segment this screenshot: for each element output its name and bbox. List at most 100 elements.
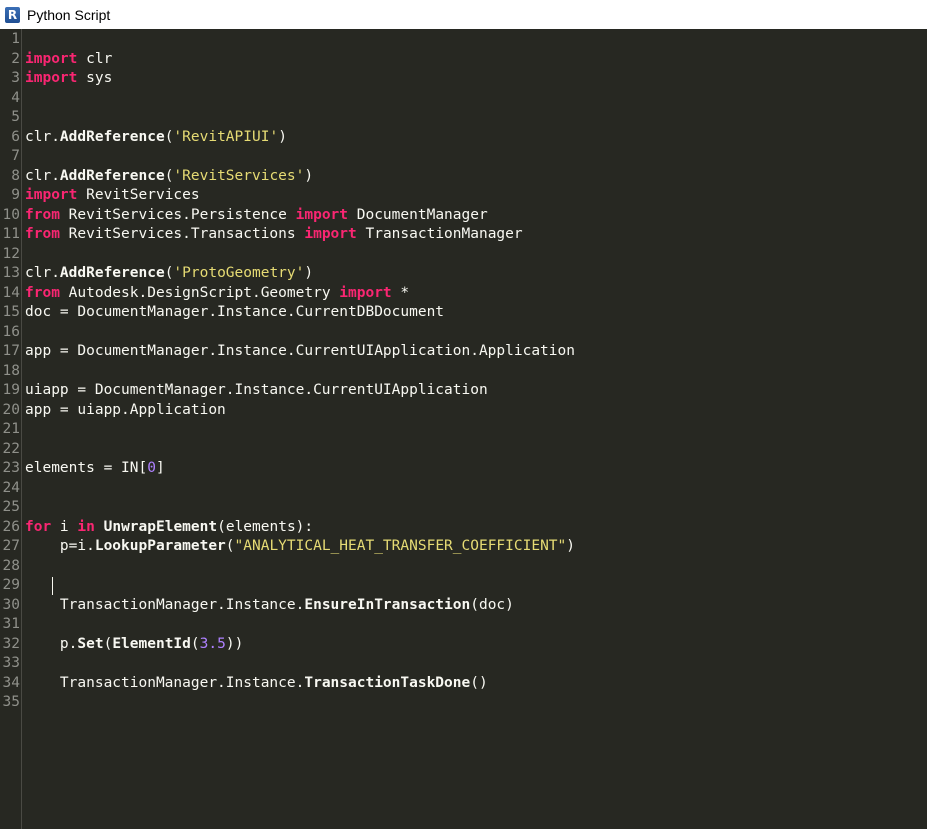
code-line[interactable]: 10 from RevitServices.Persistence import … bbox=[0, 206, 927, 226]
code-token: 'RevitServices' bbox=[173, 167, 305, 184]
code-token: import bbox=[304, 226, 357, 242]
line-number: 16 bbox=[2, 323, 20, 340]
code-token: ( bbox=[190, 635, 200, 652]
code-line[interactable]: 9 import RevitServices bbox=[0, 186, 927, 206]
code-token: Set bbox=[77, 635, 104, 652]
code-token: LookupParameter bbox=[94, 538, 226, 554]
code-token: TransactionManager.Instance. bbox=[25, 674, 305, 691]
code-token: import bbox=[339, 284, 392, 301]
code-line[interactable]: 4 bbox=[0, 89, 927, 109]
line-content: for i in UnwrapElement(elements): bbox=[25, 518, 313, 538]
line-number: 18 bbox=[2, 362, 20, 379]
code-token: from bbox=[25, 284, 60, 301]
code-lines[interactable]: 1 2 import clr 3 import sys 4 5 6 clr.AddReferen… bbox=[0, 30, 927, 713]
code-line[interactable]: 13 clr.AddReference('ProtoGeometry') bbox=[0, 264, 927, 284]
code-line[interactable]: 30 TransactionManager.Instance.EnsureInT… bbox=[0, 596, 927, 616]
code-token: ) bbox=[304, 265, 314, 281]
line-number: 1 bbox=[11, 31, 20, 47]
code-token: 3.5 bbox=[199, 635, 226, 652]
line-number: 35 bbox=[2, 694, 20, 710]
line-number: 23 bbox=[2, 460, 20, 476]
line-number: 17 bbox=[2, 343, 20, 359]
line-number: 10 bbox=[2, 206, 20, 223]
line-number: 29 bbox=[2, 577, 20, 593]
line-number: 12 bbox=[2, 245, 20, 262]
code-token: import bbox=[25, 50, 78, 67]
code-token: from bbox=[25, 206, 60, 223]
code-line[interactable]: 21 bbox=[0, 420, 927, 440]
code-line[interactable]: 7 bbox=[0, 147, 927, 167]
code-token: import bbox=[25, 187, 78, 203]
line-number: 15 bbox=[2, 304, 20, 320]
code-line[interactable]: 19 uiapp = DocumentManager.Instance.Curre… bbox=[0, 381, 927, 401]
code-line[interactable]: 5 bbox=[0, 108, 927, 128]
code-line[interactable]: 8 clr.AddReference('RevitServices') bbox=[0, 167, 927, 187]
code-line[interactable]: 27 p=i.LookupParameter("ANALYTICAL_HEAT_… bbox=[0, 537, 927, 557]
line-number: 9 bbox=[11, 187, 20, 203]
line-content: from RevitServices.Persistence import Do… bbox=[25, 206, 488, 226]
line-content: doc = DocumentManager.Instance.CurrentDB… bbox=[25, 303, 444, 323]
code-token: RevitServices.Transactions bbox=[59, 226, 305, 242]
line-content: p=i.LookupParameter("ANALYTICAL_HEAT_TRA… bbox=[25, 537, 575, 557]
code-token: AddReference bbox=[59, 167, 165, 184]
line-number: 31 bbox=[2, 616, 20, 632]
code-token: ] bbox=[155, 460, 165, 476]
line-content: import sys bbox=[25, 69, 112, 89]
line-content: elements = IN[0] bbox=[25, 459, 165, 479]
line-content: clr.AddReference('RevitAPIUI') bbox=[25, 128, 287, 148]
code-line[interactable]: 20 app = uiapp.Application bbox=[0, 401, 927, 421]
line-content: p.Set(ElementId(3.5)) bbox=[25, 635, 243, 655]
code-line[interactable]: 23 elements = IN[0] bbox=[0, 459, 927, 479]
line-number: 28 bbox=[2, 557, 20, 574]
code-line[interactable]: 35 bbox=[0, 693, 927, 713]
code-token: from bbox=[25, 226, 60, 242]
code-token: ) bbox=[278, 128, 287, 145]
code-token: TransactionTaskDone bbox=[304, 674, 471, 691]
code-line[interactable]: 33 bbox=[0, 654, 927, 674]
line-number: 6 bbox=[11, 128, 20, 145]
line-number: 21 bbox=[2, 421, 20, 437]
code-line[interactable]: 17 app = DocumentManager.Instance.Current… bbox=[0, 342, 927, 362]
code-token: p. bbox=[25, 635, 78, 652]
code-line[interactable]: 25 bbox=[0, 498, 927, 518]
code-token: doc = DocumentManager.Instance.CurrentDB… bbox=[25, 304, 445, 320]
line-number: 34 bbox=[2, 674, 20, 691]
code-token: i bbox=[51, 518, 78, 535]
line-content: import clr bbox=[25, 50, 112, 70]
code-line[interactable]: 18 bbox=[0, 362, 927, 382]
code-line[interactable]: 14 from Autodesk.DesignScript.Geometry im… bbox=[0, 284, 927, 304]
code-line[interactable]: 6 clr.AddReference('RevitAPIUI') bbox=[0, 128, 927, 148]
code-token: 'ProtoGeometry' bbox=[173, 265, 305, 281]
code-line[interactable]: 16 bbox=[0, 323, 927, 343]
code-line[interactable]: 34 TransactionManager.Instance.Transacti… bbox=[0, 674, 927, 694]
code-line[interactable]: 12 bbox=[0, 245, 927, 265]
code-token: clr. bbox=[25, 128, 60, 145]
code-token: AddReference bbox=[59, 128, 165, 145]
code-token: DocumentManager bbox=[348, 206, 488, 223]
code-line[interactable]: 2 import clr bbox=[0, 50, 927, 70]
code-line[interactable]: 26 for i in UnwrapElement(elements): bbox=[0, 518, 927, 538]
code-line[interactable]: 29 bbox=[0, 576, 927, 596]
line-content: from Autodesk.DesignScript.Geometry impo… bbox=[25, 284, 409, 304]
code-line[interactable]: 15 doc = DocumentManager.Instance.Current… bbox=[0, 303, 927, 323]
line-number: 14 bbox=[2, 284, 20, 301]
text-caret bbox=[52, 577, 53, 595]
code-line[interactable]: 22 bbox=[0, 440, 927, 460]
line-number: 20 bbox=[2, 401, 20, 418]
code-line[interactable]: 32 p.Set(ElementId(3.5)) bbox=[0, 635, 927, 655]
code-editor[interactable]: 1 2 import clr 3 import sys 4 5 6 clr.AddReferen… bbox=[0, 29, 927, 829]
code-token: (elements): bbox=[217, 518, 314, 535]
line-content: clr.AddReference('RevitServices') bbox=[25, 167, 313, 187]
line-number: 24 bbox=[2, 479, 20, 496]
code-line[interactable]: 1 bbox=[0, 30, 927, 50]
code-token: ( bbox=[225, 538, 235, 554]
code-line[interactable]: 11 from RevitServices.Transactions import… bbox=[0, 225, 927, 245]
code-line[interactable]: 28 bbox=[0, 557, 927, 577]
code-line[interactable]: 24 bbox=[0, 479, 927, 499]
revit-app-icon: R bbox=[5, 6, 20, 23]
window-title: Python Script bbox=[27, 6, 111, 23]
code-line[interactable]: 3 import sys bbox=[0, 69, 927, 89]
code-token: () bbox=[470, 674, 488, 691]
code-line[interactable]: 31 bbox=[0, 615, 927, 635]
